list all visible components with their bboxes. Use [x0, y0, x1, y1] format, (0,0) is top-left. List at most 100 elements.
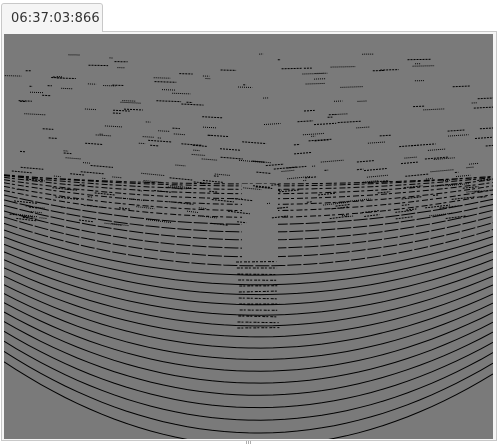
far-point-cluster [161, 89, 176, 91]
far-point-cluster [16, 217, 37, 222]
far-point-cluster [112, 176, 122, 179]
far-point-cluster [158, 130, 170, 132]
far-point-cluster [53, 175, 61, 178]
far-point-cluster [256, 171, 271, 174]
far-point-cluster [367, 141, 386, 144]
far-point-cluster [63, 152, 72, 155]
far-point-cluster [366, 174, 389, 178]
far-point-cluster [9, 213, 34, 218]
far-point-cluster [305, 176, 318, 179]
far-point-cluster [209, 190, 218, 193]
far-point-cluster [405, 208, 417, 211]
far-point-cluster [400, 161, 418, 165]
far-point-cluster [302, 132, 325, 136]
far-point-cluster [242, 141, 267, 145]
far-point-cluster [48, 137, 57, 139]
far-point-cluster [156, 100, 182, 103]
far-point-cluster [479, 127, 493, 130]
far-point-cluster [154, 81, 177, 83]
far-point-cluster [24, 113, 46, 116]
far-point-cluster [201, 158, 218, 161]
far-point-cluster [433, 194, 439, 196]
scan-viewer-window: 06:37:03:866 [0, 0, 498, 445]
far-point-cluster [356, 126, 371, 129]
far-point-cluster [404, 156, 418, 159]
far-point-cluster [287, 176, 311, 180]
far-point-cluster [237, 86, 253, 88]
far-point-cluster [186, 210, 199, 213]
far-point-cluster [104, 222, 122, 226]
far-point-cluster [320, 159, 344, 163]
far-point-cluster [211, 199, 234, 203]
far-point-cluster [278, 189, 300, 193]
far-point-cluster [462, 186, 479, 189]
far-point-cluster [136, 206, 155, 210]
scan-ring [4, 275, 493, 338]
object-scan-line [238, 290, 278, 293]
occlusion-shadow [242, 184, 278, 264]
far-point-cluster [356, 168, 364, 171]
far-point-cluster [294, 152, 312, 155]
far-point-cluster [342, 214, 349, 217]
far-point-cluster [395, 209, 413, 213]
far-point-cluster [150, 144, 159, 147]
far-point-cluster [480, 196, 487, 198]
far-point-cluster [120, 101, 142, 104]
far-point-cluster [297, 120, 314, 123]
far-point-cluster [208, 134, 229, 138]
lidar-scan-view[interactable] [4, 34, 493, 439]
far-point-cluster [198, 207, 207, 210]
far-point-cluster [118, 207, 131, 210]
far-point-cluster [265, 163, 284, 167]
far-point-cluster [412, 65, 435, 67]
far-point-cluster [61, 87, 74, 90]
resize-grip[interactable] [246, 441, 252, 444]
scan-ring [4, 293, 493, 361]
far-point-cluster [214, 173, 230, 176]
far-point-cluster [337, 120, 362, 124]
far-point-cluster [11, 170, 33, 174]
far-point-cluster [485, 144, 493, 147]
far-point-cluster [263, 123, 281, 125]
far-point-cluster [122, 100, 136, 102]
far-point-cluster [95, 134, 112, 137]
far-point-cluster [123, 108, 143, 111]
far-point-cluster [78, 219, 94, 223]
scan-ring [4, 259, 493, 316]
far-point-cluster [39, 217, 47, 219]
far-point-cluster [56, 77, 76, 79]
far-point-cluster [423, 108, 445, 111]
far-point-cluster [173, 133, 186, 136]
far-point-cluster [31, 217, 37, 219]
far-point-cluster [181, 103, 204, 106]
far-point-cluster [172, 127, 180, 130]
timestamp-tab[interactable]: 06:37:03:866 [1, 3, 103, 32]
far-point-cluster [219, 148, 241, 151]
far-point-cluster [148, 139, 172, 143]
far-point-cluster [80, 171, 105, 175]
far-field-points [4, 53, 493, 227]
far-point-cluster [142, 136, 154, 138]
object-scan-line [238, 315, 277, 318]
far-point-cluster [84, 108, 97, 111]
far-point-cluster [469, 162, 479, 165]
far-point-cluster [79, 184, 86, 186]
far-point-cluster [202, 179, 224, 183]
far-point-cluster [85, 142, 103, 145]
far-point-cluster [474, 136, 493, 139]
far-point-cluster [455, 174, 471, 178]
far-point-cluster [413, 105, 426, 108]
far-point-cluster [303, 109, 315, 112]
far-point-cluster [153, 77, 171, 79]
far-point-cluster [448, 134, 469, 137]
far-point-cluster [377, 191, 391, 194]
far-point-cluster [20, 166, 44, 170]
far-point-cluster [445, 215, 466, 219]
far-point-cluster [466, 166, 474, 169]
far-point-cluster [16, 188, 27, 191]
far-point-cluster [379, 134, 391, 137]
timestamp-label: 06:37:03:866 [11, 11, 100, 26]
far-point-cluster [364, 214, 380, 217]
far-point-cluster [329, 215, 349, 220]
far-point-cluster [65, 157, 82, 160]
